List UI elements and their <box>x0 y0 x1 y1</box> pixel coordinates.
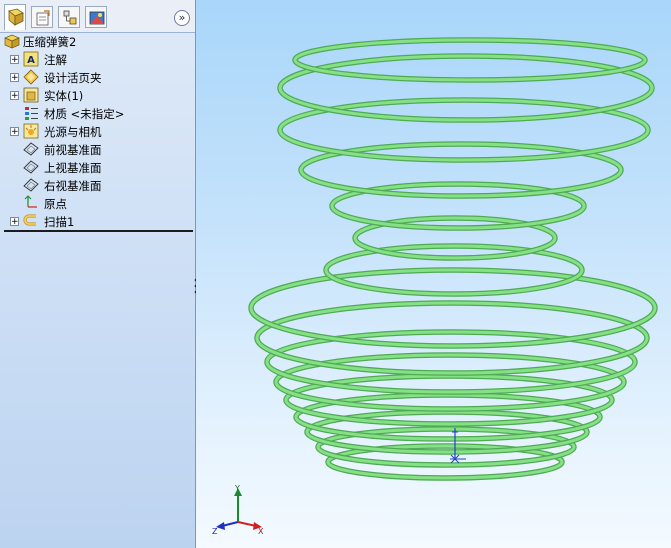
expand-toggle[interactable]: + <box>10 73 19 83</box>
triad-x-label: X <box>258 527 264 536</box>
svg-text:A: A <box>27 55 35 66</box>
plane-icon <box>23 160 39 174</box>
tree-item-label: 注解 <box>44 53 67 67</box>
feature-manager-panel: » 压缩弹簧2 + A 注解 + 设计活页夹 + 实体(1) 材质 <未指定> … <box>0 0 198 548</box>
triad-y-label: Y <box>234 484 240 493</box>
origin-icon <box>24 195 37 208</box>
solid-bodies-icon <box>23 87 39 103</box>
tree-item-label: 原点 <box>44 197 67 211</box>
tree-item-label: 光源与相机 <box>44 125 102 139</box>
tree-item-label: 右视基准面 <box>44 179 102 193</box>
expand-toggle[interactable]: + <box>10 91 19 101</box>
plane-icon <box>23 178 39 192</box>
spring-model[interactable] <box>196 0 671 548</box>
graphics-viewport[interactable]: Y X Z <box>196 0 671 548</box>
tree-item-label: 实体(1) <box>44 89 84 103</box>
tree-item-label: 设计活页夹 <box>44 71 102 85</box>
expand-toggle[interactable]: + <box>10 217 19 227</box>
material-icon <box>25 107 38 120</box>
configurationmanager-icon <box>63 10 77 25</box>
orientation-triad[interactable]: Y X Z <box>204 480 264 542</box>
plane-icon <box>23 142 39 156</box>
design-binder-icon <box>23 69 39 85</box>
spring-coil-highlight <box>278 54 654 122</box>
tab-displaymanager[interactable] <box>85 6 107 28</box>
part-name: 压缩弹簧2 <box>23 35 77 49</box>
conical-spring <box>248 37 658 481</box>
collapse-panel-button[interactable]: » <box>174 10 190 26</box>
tab-configurationmanager[interactable] <box>58 6 80 28</box>
expand-toggle[interactable]: + <box>10 55 19 65</box>
tree-item-label: 扫描1 <box>44 215 75 229</box>
propertymanager-icon <box>36 10 50 26</box>
featuremanager-icon <box>8 8 24 26</box>
lights-cameras-icon <box>23 123 39 139</box>
rollback-bar[interactable] <box>4 230 193 232</box>
spring-coil-highlight <box>293 38 647 82</box>
tab-featuremanager[interactable] <box>4 4 26 30</box>
manager-tab-bar: » <box>0 0 195 33</box>
tab-propertymanager[interactable] <box>31 6 53 28</box>
tree-item-label: 前视基准面 <box>44 143 102 157</box>
tree-item-label: 材质 <未指定> <box>44 107 125 121</box>
displaymanager-icon <box>89 11 105 25</box>
sweep-icon <box>23 214 36 226</box>
tree-item-label: 上视基准面 <box>44 161 102 175</box>
triad-z-label: Z <box>212 527 218 536</box>
annotations-icon: A <box>23 51 39 67</box>
expand-toggle[interactable]: + <box>10 127 19 137</box>
part-icon <box>4 34 20 49</box>
